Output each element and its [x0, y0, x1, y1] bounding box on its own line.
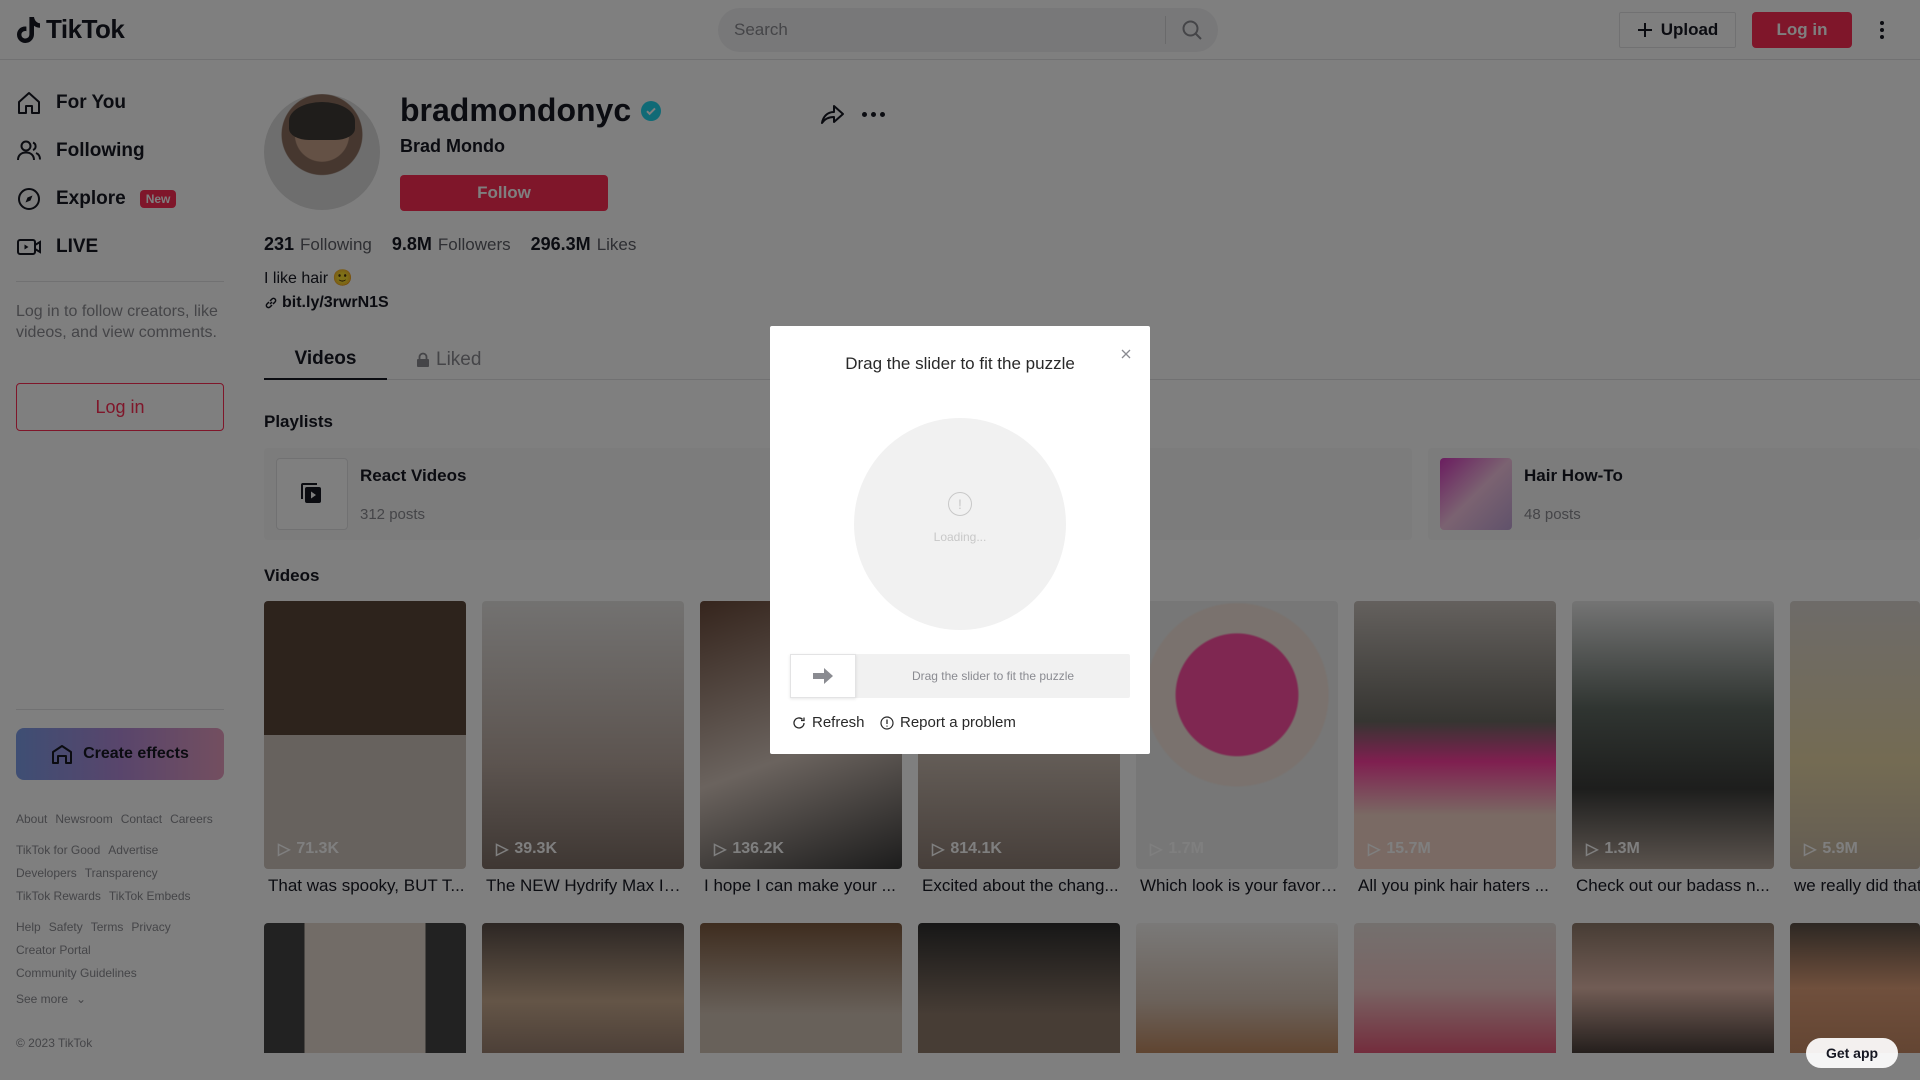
refresh-label: Refresh — [812, 714, 865, 731]
captcha-slider-handle[interactable] — [790, 654, 856, 698]
loading-text: Loading... — [933, 530, 987, 544]
close-icon[interactable] — [1118, 346, 1134, 362]
refresh-icon — [793, 716, 805, 729]
arrow-right-icon — [813, 668, 833, 684]
slider-hint: Drag the slider to fit the puzzle — [911, 669, 1075, 683]
refresh-button[interactable]: Refresh — [792, 714, 865, 731]
report-problem-button[interactable]: Report a problem — [880, 714, 1016, 731]
captcha-slider-track: Drag the slider to fit the puzzle — [790, 654, 1130, 698]
report-problem-label: Report a problem — [900, 714, 1016, 731]
info-circle-icon — [880, 715, 894, 730]
captcha-modal: Drag the slider to fit the puzzle ! Load… — [770, 326, 1150, 754]
get-app-button[interactable]: Get app — [1806, 1038, 1898, 1068]
puzzle-image-area: ! Loading... — [854, 418, 1066, 630]
alert-circle-icon: ! — [948, 492, 972, 516]
captcha-title: Drag the slider to fit the puzzle — [845, 354, 1075, 373]
